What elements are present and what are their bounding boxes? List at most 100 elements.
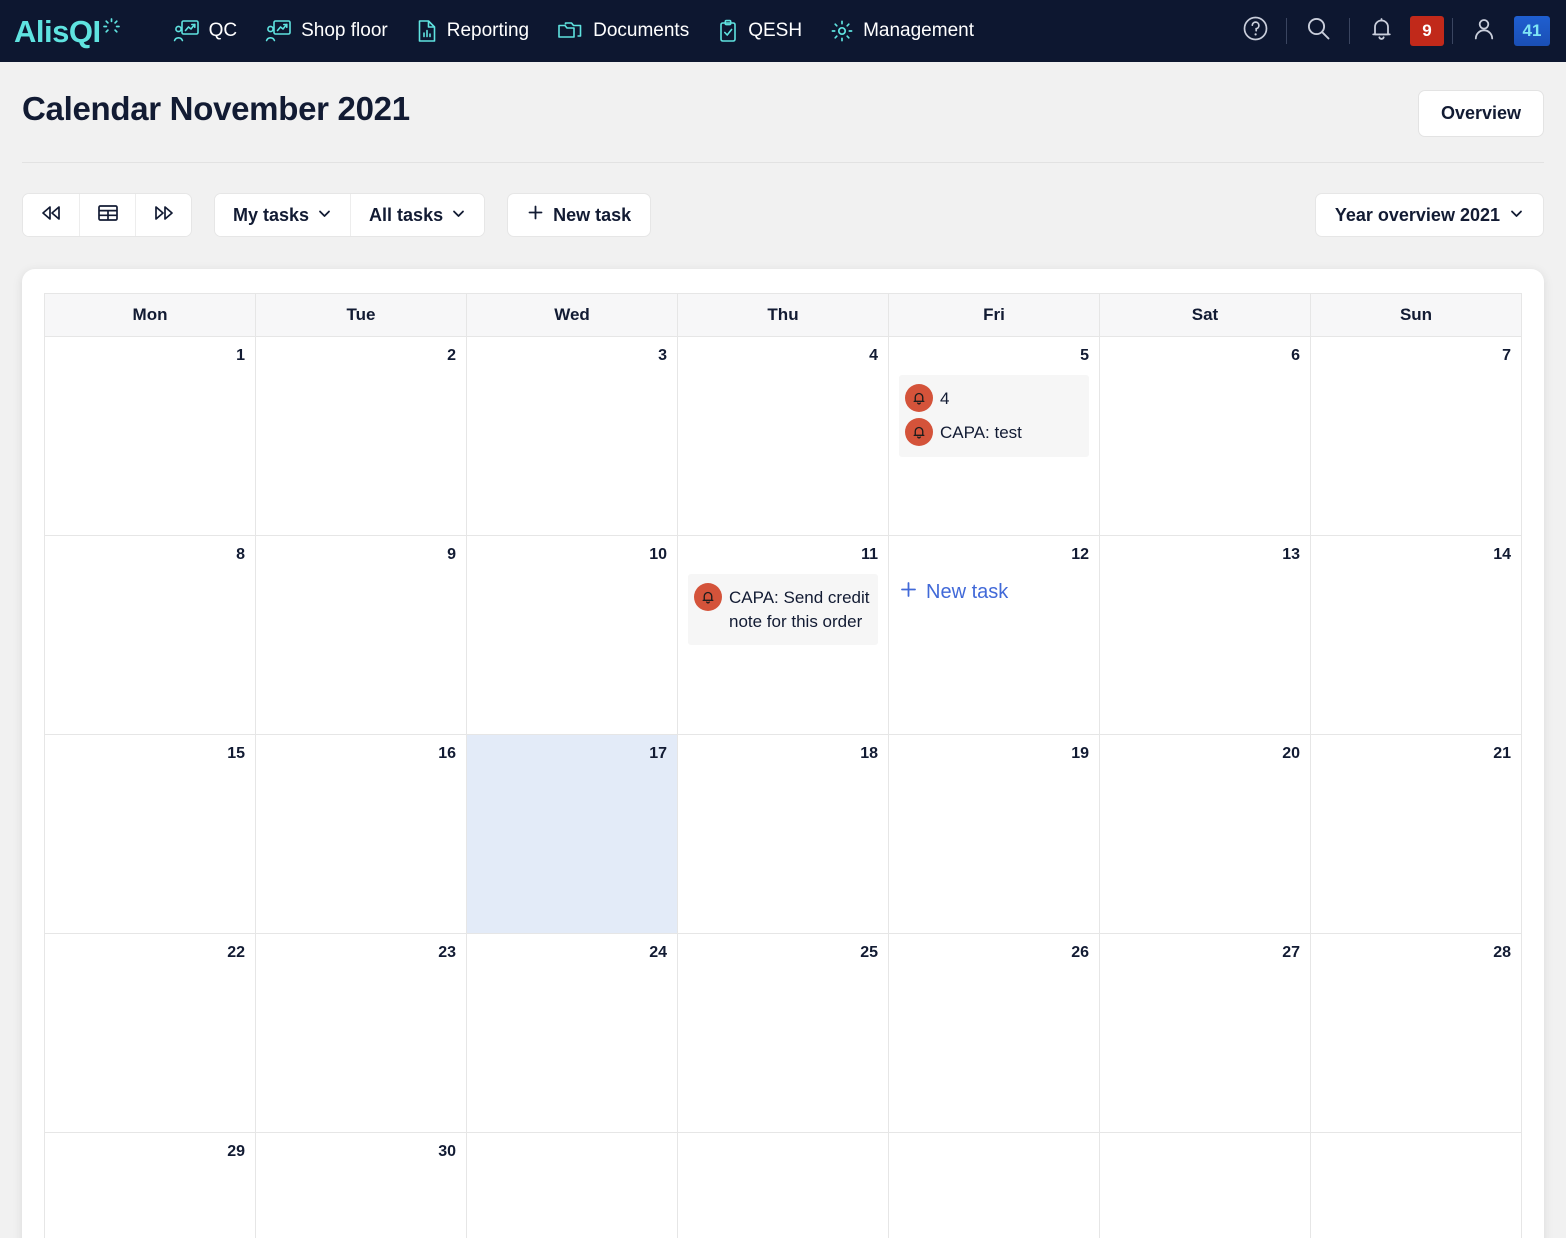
- day-number: 1: [236, 347, 245, 364]
- my-tasks-label: My tasks: [233, 204, 310, 225]
- user-menu-button[interactable]: [1461, 8, 1507, 54]
- nav-item-management[interactable]: Management: [816, 11, 988, 51]
- calendar-day-cell-13[interactable]: 13: [1099, 535, 1311, 735]
- weekday-header-wed: Wed: [466, 293, 678, 337]
- my-tasks-dropdown[interactable]: My tasks: [215, 194, 351, 236]
- chevron-down-icon: [317, 205, 332, 226]
- year-overview-dropdown[interactable]: Year overview 2021: [1314, 193, 1544, 237]
- calendar-day-cell-25[interactable]: 25: [677, 933, 889, 1133]
- calendar-day-cell-9[interactable]: 9: [255, 535, 467, 735]
- calendar-day-cell-3[interactable]: 3: [466, 336, 678, 536]
- cell-new-task-label: New task: [926, 581, 1009, 603]
- calendar-day-cell-15[interactable]: 15: [44, 734, 256, 934]
- shopfloor-presentation-icon: [265, 19, 292, 43]
- calendar-body: 1 2 3 4 5 4 CAPA: test 6 7 8 9 10 11 CAPA: Send credi…: [44, 336, 1522, 1238]
- plus-icon: [899, 580, 918, 605]
- calendar-card: Mon Tue Wed Thu Fri Sat Sun 1 2 3 4 5 4 CAPA: test 6 7…: [22, 269, 1544, 1238]
- previous-period-button[interactable]: [23, 194, 79, 236]
- calendar-day-cell-14[interactable]: 14: [1310, 535, 1522, 735]
- calendar-day-cell-30[interactable]: 30: [255, 1132, 467, 1238]
- notifications-button[interactable]: [1358, 8, 1404, 54]
- calendar-day-cell-18[interactable]: 18: [677, 734, 889, 934]
- calendar-week-row: 1 2 3 4 5 4 CAPA: test 6 7: [44, 336, 1522, 536]
- nav-item-qesh[interactable]: QESH: [703, 11, 816, 51]
- notification-count-badge[interactable]: 9: [1410, 16, 1444, 46]
- next-period-button[interactable]: [135, 194, 191, 236]
- calendar-day-cell-1[interactable]: 1: [44, 336, 256, 536]
- day-number: 24: [649, 944, 667, 961]
- calendar-day-cell-7[interactable]: 7: [1310, 336, 1522, 536]
- calendar-day-cell-17[interactable]: 17: [466, 734, 678, 934]
- fast-forward-icon: [152, 203, 176, 228]
- search-button[interactable]: [1295, 8, 1341, 54]
- nav-item-label: Management: [863, 20, 974, 41]
- weekday-header-fri: Fri: [888, 293, 1100, 337]
- calendar-day-cell-23[interactable]: 23: [255, 933, 467, 1133]
- main-nav-items: QC Shop floor Reporting Documents QESH M…: [159, 11, 988, 51]
- day-number: 19: [1071, 745, 1089, 762]
- page-title: Calendar November 2021: [22, 90, 410, 127]
- top-navigation-bar: AlisQI QC Shop floor Reporting Documents…: [0, 0, 1566, 62]
- report-document-icon: [416, 19, 438, 43]
- calendar-day-cell-2[interactable]: 2: [255, 336, 467, 536]
- weekday-header-sat: Sat: [1099, 293, 1311, 337]
- day-number: 15: [227, 745, 245, 762]
- day-number: 29: [227, 1143, 245, 1160]
- calendar-day-cell-20[interactable]: 20: [1099, 734, 1311, 934]
- help-button[interactable]: [1232, 8, 1278, 54]
- new-task-button[interactable]: New task: [507, 193, 652, 237]
- folders-icon: [557, 19, 584, 43]
- calendar-day-cell-6[interactable]: 6: [1099, 336, 1311, 536]
- overview-button[interactable]: Overview: [1417, 90, 1544, 137]
- calendar-day-cell-19[interactable]: 19: [888, 734, 1100, 934]
- nav-divider: [1286, 18, 1287, 44]
- calendar-day-cell-5[interactable]: 5 4 CAPA: test: [888, 336, 1100, 536]
- day-number: 10: [649, 546, 667, 563]
- event-stack: CAPA: Send credit note for this order: [688, 574, 878, 646]
- day-number: 18: [860, 745, 878, 762]
- nav-item-shop-floor[interactable]: Shop floor: [251, 11, 402, 51]
- calendar-week-row: 22 23 24 25 26 27 28: [44, 933, 1522, 1133]
- calendar-week-row: 15 16 17 18 19 20 21: [44, 734, 1522, 934]
- app-logo[interactable]: AlisQI: [14, 16, 121, 47]
- nav-right-actions: 9 41: [1232, 8, 1550, 54]
- cell-new-task-button[interactable]: New task: [899, 580, 1089, 605]
- day-number: 25: [860, 944, 878, 961]
- calendar-day-cell-28[interactable]: 28: [1310, 933, 1522, 1133]
- calendar-day-cell-26[interactable]: 26: [888, 933, 1100, 1133]
- calendar-day-cell-21[interactable]: 21: [1310, 734, 1522, 934]
- calendar-event[interactable]: CAPA: Send credit note for this order: [694, 580, 872, 637]
- all-tasks-dropdown[interactable]: All tasks: [350, 194, 485, 236]
- calendar-day-cell-11[interactable]: 11 CAPA: Send credit note for this order: [677, 535, 889, 735]
- calendar-nav-group: [22, 193, 192, 237]
- day-number: 6: [1291, 347, 1300, 364]
- calendar-day-cell-22[interactable]: 22: [44, 933, 256, 1133]
- weekday-header-tue: Tue: [255, 293, 467, 337]
- calendar-day-cell-12[interactable]: 12 New task: [888, 535, 1100, 735]
- nav-item-label: Shop floor: [301, 20, 388, 41]
- nav-item-qc[interactable]: QC: [159, 11, 252, 51]
- user-count-badge[interactable]: 41: [1514, 16, 1550, 46]
- nav-item-label: QC: [208, 20, 238, 41]
- calendar-day-cell-16[interactable]: 16: [255, 734, 467, 934]
- search-icon: [1305, 15, 1332, 47]
- event-label: CAPA: Send credit note for this order: [729, 588, 870, 632]
- weekday-header-thu: Thu: [677, 293, 889, 337]
- nav-item-documents[interactable]: Documents: [543, 11, 703, 51]
- bell-icon: [905, 418, 933, 446]
- day-number: 2: [447, 347, 456, 364]
- calendar-table: Mon Tue Wed Thu Fri Sat Sun 1 2 3 4 5 4 CAPA: test 6 7…: [44, 293, 1522, 1238]
- calendar-day-cell-29[interactable]: 29: [44, 1132, 256, 1238]
- calendar-day-cell-24[interactable]: 24: [466, 933, 678, 1133]
- day-number: 7: [1502, 347, 1511, 364]
- toolbar-right: Year overview 2021: [1314, 193, 1544, 237]
- calendar-day-cell-27[interactable]: 27: [1099, 933, 1311, 1133]
- calendar-event[interactable]: 4: [905, 381, 1083, 415]
- calendar-day-cell-8[interactable]: 8: [44, 535, 256, 735]
- calendar-event[interactable]: CAPA: test: [905, 415, 1083, 449]
- nav-item-reporting[interactable]: Reporting: [402, 11, 543, 51]
- calendar-day-cell-10[interactable]: 10: [466, 535, 678, 735]
- month-view-button[interactable]: [79, 194, 135, 236]
- weekday-header-mon: Mon: [44, 293, 256, 337]
- calendar-day-cell-4[interactable]: 4: [677, 336, 889, 536]
